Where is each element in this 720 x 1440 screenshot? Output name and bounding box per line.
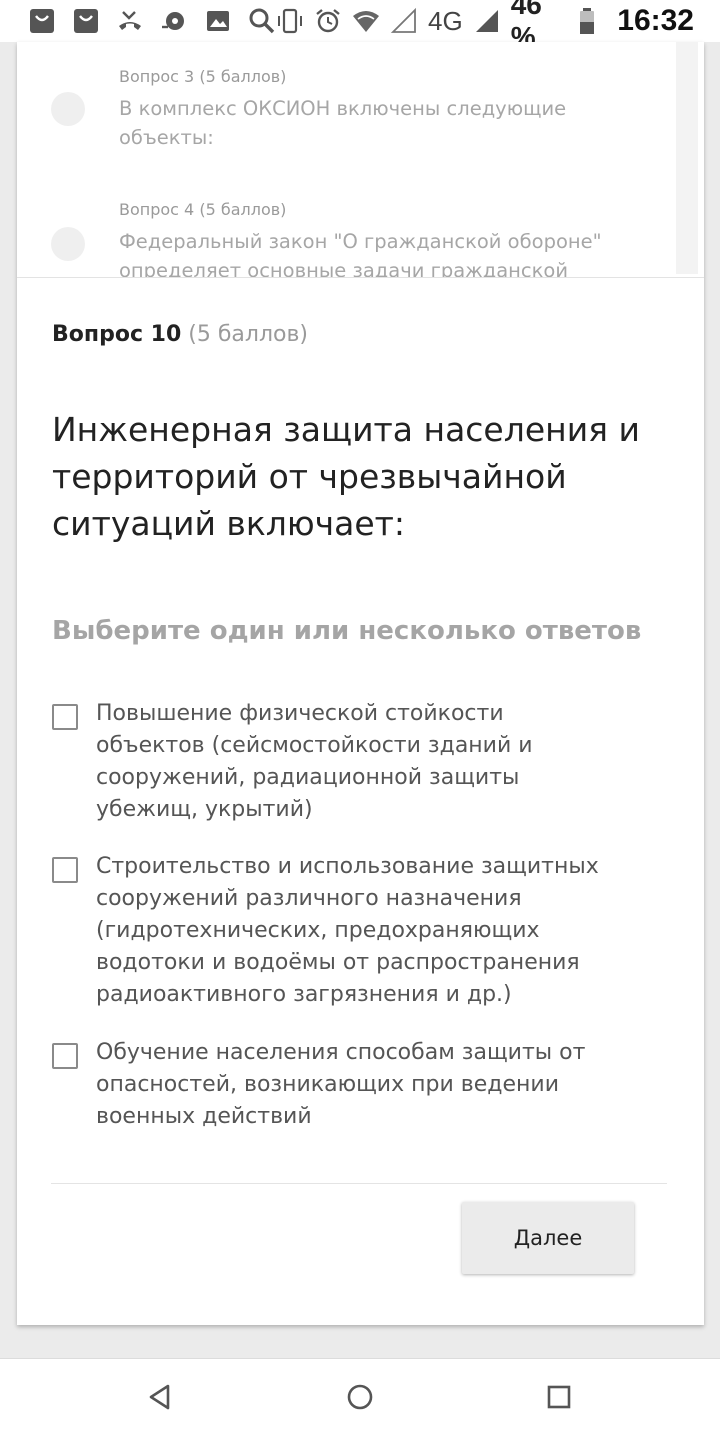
sync-icon [160, 7, 188, 35]
battery-icon [573, 7, 601, 35]
network-type: 4G [428, 5, 463, 36]
image-icon [204, 7, 232, 35]
divider [51, 1183, 667, 1184]
question-preview-text: В комплекс ОКСИОН включены следующие объ… [119, 97, 567, 149]
signal-icon [473, 7, 501, 35]
home-icon[interactable] [340, 1377, 380, 1417]
question-preview-text: Федеральный закон "О гражданской обороне… [119, 230, 602, 278]
search-icon [248, 7, 276, 35]
answer-checkbox[interactable] [52, 704, 78, 730]
question-meta: Вопрос 3 (5 баллов) [119, 67, 287, 86]
answer-label[interactable]: Обучение населения способам защиты от оп… [96, 1037, 616, 1133]
shopping-bag-icon [28, 7, 56, 35]
question-header: Вопрос 10 (5 баллов) [52, 322, 308, 347]
answer-label[interactable]: Повышение физической стойкости объектов … [96, 698, 616, 826]
back-icon[interactable] [140, 1377, 180, 1417]
question-points: (5 баллов) [188, 322, 309, 347]
answer-instruction: Выберите один или несколько ответов [52, 616, 642, 646]
question-number: Вопрос 10 [52, 322, 182, 347]
vibrate-icon [276, 7, 304, 35]
scrollbar[interactable] [676, 42, 698, 274]
question-text: Инженерная защита населения и территорий… [52, 410, 640, 543]
answer-checkbox[interactable] [52, 857, 78, 883]
status-bar: 4G 46 % 16:32 [0, 0, 720, 52]
question-meta: Вопрос 4 (5 баллов) [119, 200, 287, 219]
question-status-dot [51, 92, 85, 126]
clock: 16:32 [617, 4, 694, 37]
question-navigation-list[interactable]: Вопрос 3 (5 баллов) В комплекс ОКСИОН вк… [17, 42, 704, 278]
answer-label[interactable]: Строительство и использование защитных с… [96, 851, 616, 1011]
recents-icon[interactable] [539, 1377, 579, 1417]
wifi-icon [352, 7, 380, 35]
system-nav-bar [0, 1358, 720, 1440]
question-status-dot [51, 227, 85, 261]
shopping-bag-icon [72, 7, 100, 35]
alarm-icon [314, 7, 342, 35]
next-button[interactable]: Далее [462, 1202, 634, 1274]
signal-empty-icon [390, 7, 418, 35]
answer-checkbox[interactable] [52, 1043, 78, 1069]
missed-call-icon [116, 7, 144, 35]
quiz-card: Вопрос 3 (5 баллов) В комплекс ОКСИОН вк… [17, 42, 704, 1325]
